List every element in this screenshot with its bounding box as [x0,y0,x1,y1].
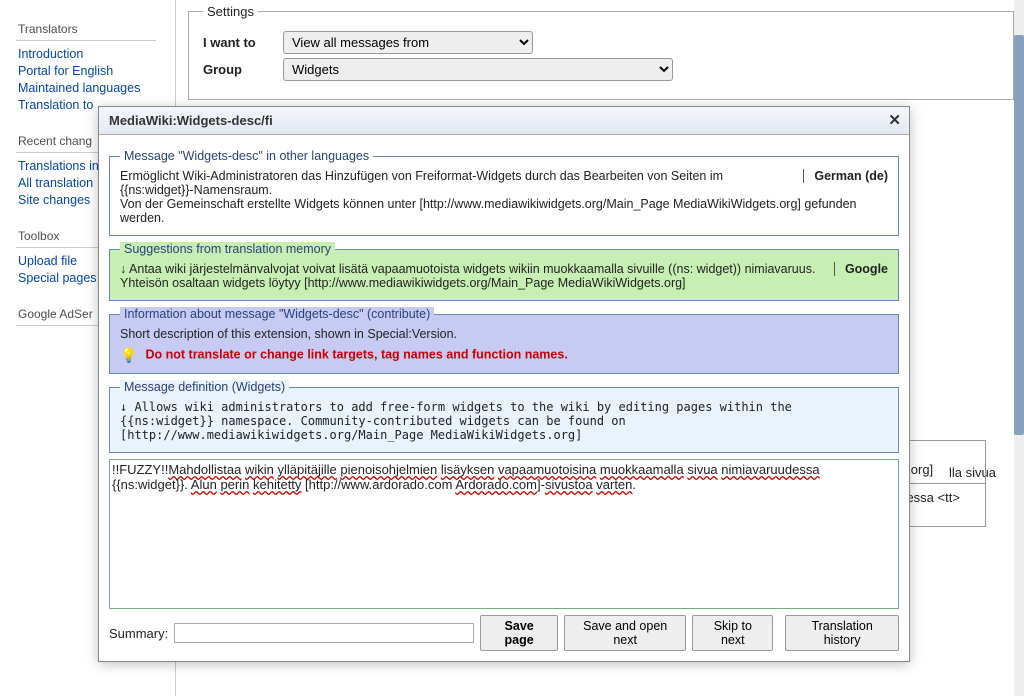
settings-legend: Settings [203,4,258,19]
suggestions-box: Suggestions from translation memory Goog… [109,242,899,301]
info-warning: Do not translate or change link targets,… [145,347,567,361]
sidebar-link-translationto[interactable]: Translation to [18,98,93,112]
summary-input[interactable] [174,623,474,643]
save-next-button[interactable]: Save and open next [564,615,686,651]
sidebar-link-alltrans[interactable]: All translation [18,176,93,190]
definition-box: Message definition (Widgets) ↓ Allows wi… [109,380,899,453]
skip-button[interactable]: Skip to next [692,615,773,651]
dialog-title-text: MediaWiki:Widgets-desc/fi [109,113,273,128]
suggestions-legend: Suggestions from translation memory [120,242,335,256]
suggestions-text[interactable]: ↓ Antaa wiki järjestelmänvalvojat voivat… [120,262,888,290]
group-label: Group [203,62,283,77]
definition-legend: Message definition (Widgets) [120,380,289,394]
divider [16,40,156,41]
iwantto-select[interactable]: View all messages from [283,31,533,54]
translation-dialog: MediaWiki:Widgets-desc/fi ✕ Message "Wid… [98,106,910,662]
sidebar-heading-translators: Translators [18,22,160,36]
sidebar-link-portal[interactable]: Portal for English [18,64,113,78]
history-button[interactable]: Translation history [785,615,899,651]
info-legend: Information about message "Widgets-desc"… [120,307,434,321]
dialog-titlebar[interactable]: MediaWiki:Widgets-desc/fi ✕ [99,107,909,135]
lightbulb-icon: 💡 [120,347,136,363]
scrollbar-track[interactable] [1014,0,1024,696]
other-languages-box: Message "Widgets-desc" in other language… [109,149,899,236]
sidebar-link-transin[interactable]: Translations in [18,159,99,173]
other-langs-legend: Message "Widgets-desc" in other language… [120,149,373,163]
settings-fieldset: Settings I want to View all messages fro… [188,4,1014,100]
sidebar-link-upload[interactable]: Upload file [18,254,77,268]
sidebar-link-special[interactable]: Special pages [18,271,97,285]
sidebar-link-sitechanges[interactable]: Site changes [18,193,90,207]
scrollbar-thumb[interactable] [1014,35,1024,435]
iwantto-label: I want to [203,35,283,50]
suggest-source: Google [834,262,888,276]
lang-label: German (de) [803,169,888,183]
info-line1: Short description of this extension, sho… [120,327,888,341]
sidebar-link-introduction[interactable]: Introduction [18,47,83,61]
other-langs-text: Ermöglicht Wiki-Administratoren das Hinz… [120,169,888,225]
save-button[interactable]: Save page [480,615,558,651]
definition-text: ↓ Allows wiki administrators to add free… [120,400,888,442]
info-box: Information about message "Widgets-desc"… [109,307,899,374]
summary-label: Summary: [109,626,168,641]
sidebar-link-maintained[interactable]: Maintained languages [18,81,140,95]
group-select[interactable]: Widgets [283,58,673,81]
translation-textarea-wrap[interactable]: !!FUZZY!!Mahdollistaa wikin ylläpitäjill… [109,459,899,609]
close-icon[interactable]: ✕ [888,111,901,129]
